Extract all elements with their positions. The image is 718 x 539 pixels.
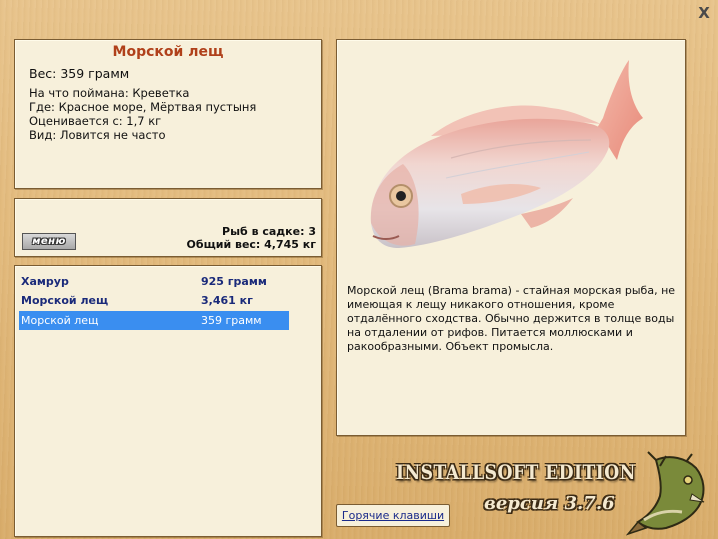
fish-title: Морской лещ <box>112 44 224 60</box>
menu-button[interactable]: меню <box>22 233 76 250</box>
fish-weight: Вес: 359 грамм <box>29 66 130 81</box>
list-item-weight: 925 грамм <box>201 275 267 288</box>
cage-summary-panel: меню Рыб в садке: 3 Общий вес: 4,745 кг <box>14 198 322 257</box>
value-info: Оценивается с: 1,7 кг <box>29 114 162 128</box>
list-item[interactable]: Морской лещ 3,461 кг <box>19 291 289 310</box>
fish-detail-panel: Морской лещ (Brama brama) - стайная морс… <box>336 39 686 436</box>
hotkeys-button[interactable]: Горячие клавиши <box>336 504 450 527</box>
location-info: Где: Красное море, Мёртвая пустыня <box>29 100 257 114</box>
bait-info: На что поймана: Креветка <box>29 86 190 100</box>
list-item-selected[interactable]: Морской лещ 359 грамм <box>19 311 289 330</box>
fish-description: Морской лещ (Brama brama) - стайная морс… <box>347 284 676 353</box>
rarity-info: Вид: Ловится не часто <box>29 128 166 142</box>
fish-count: Рыб в садке: 3 <box>222 225 316 238</box>
total-weight: Общий вес: 4,745 кг <box>186 238 316 251</box>
list-item-name: Морской лещ <box>21 314 99 327</box>
catch-list: Хамрур 925 грамм Морской лещ 3,461 кг Мо… <box>14 265 322 537</box>
list-item-weight: 359 грамм <box>201 314 262 327</box>
fish-info-panel: Морской лещ Вес: 359 грамм На что пойман… <box>14 39 322 189</box>
list-item[interactable]: Хамрур 925 грамм <box>19 272 289 291</box>
close-button[interactable]: X <box>694 4 714 22</box>
list-item-name: Хамрур <box>21 275 69 288</box>
brand-title: INSTALLSOFT EDITION <box>396 460 636 484</box>
list-item-name: Морской лещ <box>21 294 109 307</box>
list-item-weight: 3,461 кг <box>201 294 253 307</box>
version-label: версия 3.7.6 <box>484 493 615 514</box>
sea-bream-image <box>370 60 643 248</box>
pike-logo-icon <box>626 451 705 536</box>
